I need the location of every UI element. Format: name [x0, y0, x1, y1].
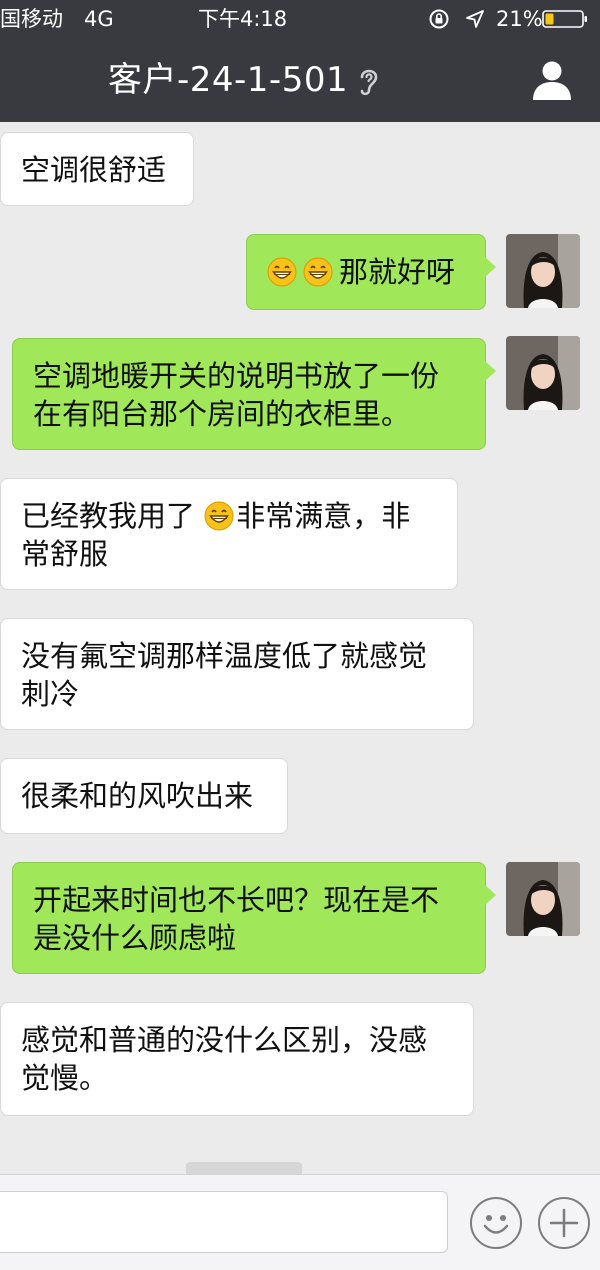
chat-title: 客户-24-1-501: [108, 60, 349, 100]
user-photo-icon: [506, 336, 580, 410]
message-bubble-incoming[interactable]: 没有氟空调那样温度低了就感觉 刺冷: [0, 618, 474, 730]
input-bar: [0, 1174, 600, 1270]
battery-icon: [542, 10, 587, 28]
message-text-line: 开起来时间也不长吧？现在是不: [33, 883, 440, 917]
grinning-emoji-icon: [267, 257, 297, 287]
message-text: 那就好呀: [339, 255, 456, 289]
battery-percent: 21%: [496, 7, 543, 31]
plus-icon: [549, 1208, 579, 1238]
message-bubble-incoming[interactable]: 已经教我用了 非常满意，非 常舒服: [0, 478, 458, 590]
orientation-lock-icon: [429, 9, 449, 29]
message-text: 很柔和的风吹出来: [21, 779, 254, 813]
message-bubble-outgoing[interactable]: 开起来时间也不长吧？现在是不 是没什么顾虑啦: [12, 862, 496, 974]
message-text-line: 已经教我用了 非常满意，非: [21, 497, 439, 535]
chat-header: 客户-24-1-501: [0, 38, 600, 122]
carrier-label: 国移动: [0, 7, 63, 31]
emoji-icon: [483, 1215, 509, 1234]
message-text: 已经教我用了: [21, 499, 196, 533]
timestamp-pill: [186, 1162, 302, 1174]
message-text-line: 没有氟空调那样温度低了就感觉: [21, 639, 428, 673]
network-label: 4G: [84, 7, 114, 31]
avatar[interactable]: [506, 336, 580, 410]
emoji-button[interactable]: [470, 1197, 522, 1249]
message-list[interactable]: 空调很舒适 那就好呀 空调地暖开关的说明书放了一份 在有阳台那个房间的衣柜里。 …: [0, 122, 600, 1174]
ear-icon: [360, 69, 378, 96]
message-text-line: 刺冷: [21, 677, 80, 711]
message-input[interactable]: [0, 1191, 448, 1253]
grinning-emoji-icon: [303, 257, 333, 287]
message-text-line: 常舒服: [21, 537, 109, 571]
message-text-line: 是没什么顾虑啦: [33, 921, 237, 955]
message-text: 非常满意，非: [236, 499, 411, 533]
avatar[interactable]: [506, 862, 580, 936]
user-photo-icon: [506, 862, 580, 936]
message-bubble-incoming[interactable]: 空调很舒适: [0, 132, 194, 206]
grinning-emoji-icon: [204, 501, 234, 531]
message-text-line: 在有阳台那个房间的衣柜里。: [33, 397, 411, 431]
user-photo-icon: [506, 234, 580, 308]
message-text-line: 空调地暖开关的说明书放了一份: [33, 359, 440, 393]
add-button[interactable]: [538, 1197, 590, 1249]
status-time: 下午4:18: [198, 7, 288, 31]
status-bar: 国移动 4G 下午4:18 21%: [0, 0, 600, 38]
message-bubble-outgoing[interactable]: 那就好呀: [246, 234, 496, 310]
message-text-line: 感觉和普通的没什么区别，没感: [21, 1023, 428, 1057]
message-bubble-outgoing[interactable]: 空调地暖开关的说明书放了一份 在有阳台那个房间的衣柜里。: [12, 338, 496, 450]
profile-icon[interactable]: [530, 58, 574, 102]
message-text-line: 觉慢。: [21, 1061, 109, 1095]
message-bubble-incoming[interactable]: 很柔和的风吹出来: [0, 758, 288, 834]
message-text-line: 那就好呀: [267, 253, 467, 291]
message-bubble-incoming[interactable]: 感觉和普通的没什么区别，没感 觉慢。: [0, 1002, 474, 1116]
message-text: 空调很舒适: [21, 153, 167, 187]
location-icon: [466, 10, 484, 28]
avatar[interactable]: [506, 234, 580, 308]
